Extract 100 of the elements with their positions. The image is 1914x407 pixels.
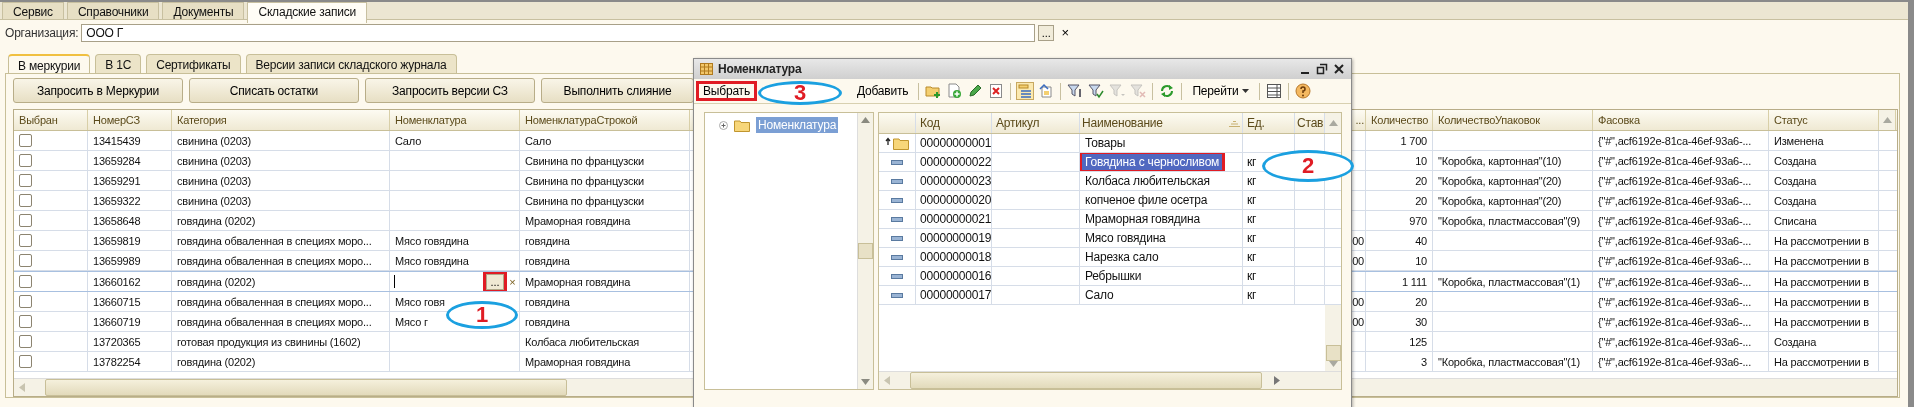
- table-cell: 00: [1352, 234, 1364, 247]
- select-button[interactable]: ...: [486, 273, 504, 290]
- window-title: Номенклатура: [718, 62, 802, 76]
- column-header[interactable]: Фасовка: [1593, 110, 1769, 130]
- column-header[interactable]: Количество: [1366, 110, 1433, 130]
- table-cell: готовая продукция из свинины (1602): [177, 335, 361, 348]
- table-cell: 10: [1415, 254, 1427, 267]
- table-cell: 3: [1421, 355, 1427, 368]
- action-button[interactable]: Запросить версии СЗ: [365, 78, 535, 103]
- table-cell: Колбаса любительская: [525, 335, 640, 348]
- column-header[interactable]: Выбран: [14, 110, 88, 130]
- table-cell: 00000000016: [920, 269, 991, 283]
- table-cell: {"#",acf6192e-81ca-46ef-93a6-...: [1598, 295, 1752, 308]
- table-cell[interactable]: копченое филе осетра: [1082, 192, 1211, 208]
- table-cell: 13659322: [93, 194, 141, 207]
- column-header[interactable]: Код: [916, 113, 992, 133]
- table-cell: {"#",acf6192e-81ca-46ef-93a6-...: [1598, 134, 1752, 147]
- column-header[interactable]: Ед.: [1243, 113, 1295, 133]
- table-cell: 00000000019: [920, 231, 991, 245]
- table-cell: {"#",acf6192e-81ca-46ef-93a6-...: [1598, 154, 1752, 167]
- menu-button[interactable]: Перейти: [1187, 81, 1254, 101]
- table-cell: Списана: [1774, 214, 1817, 227]
- table-cell: Мраморная говядина: [525, 355, 631, 368]
- table-cell: Мясо г: [395, 315, 428, 328]
- table-cell: 30: [1415, 315, 1427, 328]
- table-cell: Мраморная говядина: [525, 214, 631, 227]
- table-cell: {"#",acf6192e-81ca-46ef-93a6-...: [1598, 315, 1752, 328]
- table-cell[interactable]: Ребрышки: [1082, 268, 1145, 284]
- table-cell: "Коробка, пластмассовая"(1): [1438, 275, 1580, 288]
- action-button[interactable]: Запросить в Меркурии: [13, 78, 183, 103]
- table-cell: Свинина по французски: [525, 174, 644, 187]
- table-cell: 1 700: [1400, 134, 1427, 147]
- table-cell: говядина: [525, 234, 570, 247]
- table-cell: кг: [1247, 174, 1257, 188]
- table-cell[interactable]: Сало: [1082, 287, 1117, 303]
- table-cell: говядина: [525, 254, 570, 267]
- section-tab[interactable]: Складские записи: [247, 2, 368, 23]
- table-cell: 00000000023: [920, 174, 991, 188]
- table-cell: 13659291: [93, 174, 141, 187]
- table-cell: "Коробка, картонная"(10): [1438, 154, 1562, 167]
- table-cell: кг: [1247, 193, 1257, 207]
- clear-button[interactable]: ×: [506, 273, 519, 290]
- select-button[interactable]: ...: [1038, 25, 1055, 41]
- table-cell: 13659819: [93, 234, 141, 247]
- table-cell: 00000000021: [920, 212, 991, 226]
- tab[interactable]: Сертификаты: [146, 54, 241, 73]
- table-cell: свинина (0203): [177, 194, 251, 207]
- table-cell: говядина (0202): [177, 214, 256, 227]
- column-header[interactable]: Категория: [172, 110, 390, 130]
- table-cell: "Коробка, пластмассовая"(1): [1438, 355, 1580, 368]
- section-tab[interactable]: Сервис: [2, 2, 64, 19]
- table-cell: свинина (0203): [177, 154, 251, 167]
- table-cell[interactable]: Мраморная говядина: [1082, 211, 1203, 227]
- organization-label: Организация:: [5, 26, 79, 40]
- action-button[interactable]: Списать остатки: [189, 78, 359, 103]
- table-cell: {"#",acf6192e-81ca-46ef-93a6-...: [1598, 194, 1752, 207]
- table-cell: 00000000018: [920, 250, 991, 264]
- table-cell: говядина: [525, 315, 570, 328]
- tab[interactable]: Версии записи складского журнала: [245, 54, 457, 73]
- toolbar-button[interactable]: Выбрать: [696, 81, 757, 101]
- table-cell[interactable]: Мясо говядина: [1082, 230, 1169, 246]
- table-cell: кг: [1247, 288, 1257, 302]
- column-header[interactable]: Артикул: [992, 113, 1080, 133]
- table-cell: 10: [1415, 154, 1427, 167]
- table-cell: 1 111: [1402, 275, 1427, 288]
- table-cell: говядина обваленная в специях моро...: [177, 254, 372, 267]
- table-cell: 13415439: [93, 134, 141, 147]
- section-tab[interactable]: Документы: [162, 2, 245, 19]
- table-cell: "Коробка, картонная"(20): [1438, 174, 1562, 187]
- table-cell[interactable]: Нарезка сало: [1082, 249, 1162, 265]
- tab[interactable]: В 1С: [95, 54, 142, 73]
- column-header[interactable]: НоменклатураСтрокой: [520, 110, 690, 130]
- column-header[interactable]: Наименование: [1080, 113, 1243, 133]
- organization-field[interactable]: ООО Г: [81, 24, 1036, 42]
- table-cell: Создана: [1774, 174, 1817, 187]
- table-cell[interactable]: Говядина с черносливом: [1082, 154, 1223, 170]
- table-cell: {"#",acf6192e-81ca-46ef-93a6-...: [1598, 335, 1752, 348]
- table-cell[interactable]: Товары: [1082, 135, 1129, 151]
- column-header[interactable]: Номенклатура: [390, 110, 520, 130]
- table-cell: 00: [1352, 295, 1364, 308]
- table-cell: 125: [1409, 335, 1427, 348]
- table-cell: говядина: [525, 295, 570, 308]
- section-tab[interactable]: Справочники: [66, 2, 160, 19]
- table-cell: говядина обваленная в специях моро...: [177, 234, 372, 247]
- column-header[interactable]: НомерСЗ: [88, 110, 172, 130]
- column-header[interactable]: КоличествоУпаковок: [1433, 110, 1593, 130]
- table-cell: Изменена: [1774, 134, 1824, 147]
- table-cell: 00000000022: [920, 155, 991, 169]
- table-cell: {"#",acf6192e-81ca-46ef-93a6-...: [1598, 174, 1752, 187]
- table-cell[interactable]: Колбаса любительская: [1082, 173, 1213, 189]
- toolbar-button[interactable]: Добавить: [851, 81, 914, 101]
- table-cell: Свинина по французски: [525, 154, 644, 167]
- action-button[interactable]: Выполнить слияние: [541, 78, 694, 103]
- table-cell: 13658648: [93, 214, 141, 227]
- table-cell: 20: [1415, 174, 1427, 187]
- table-cell: "Коробка, пластмассовая"(9): [1438, 214, 1580, 227]
- table-cell: кг: [1247, 212, 1257, 226]
- tab[interactable]: В меркурии: [8, 54, 91, 73]
- clear-button[interactable]: ×: [1057, 25, 1074, 41]
- table-cell: 00000000020: [920, 193, 991, 207]
